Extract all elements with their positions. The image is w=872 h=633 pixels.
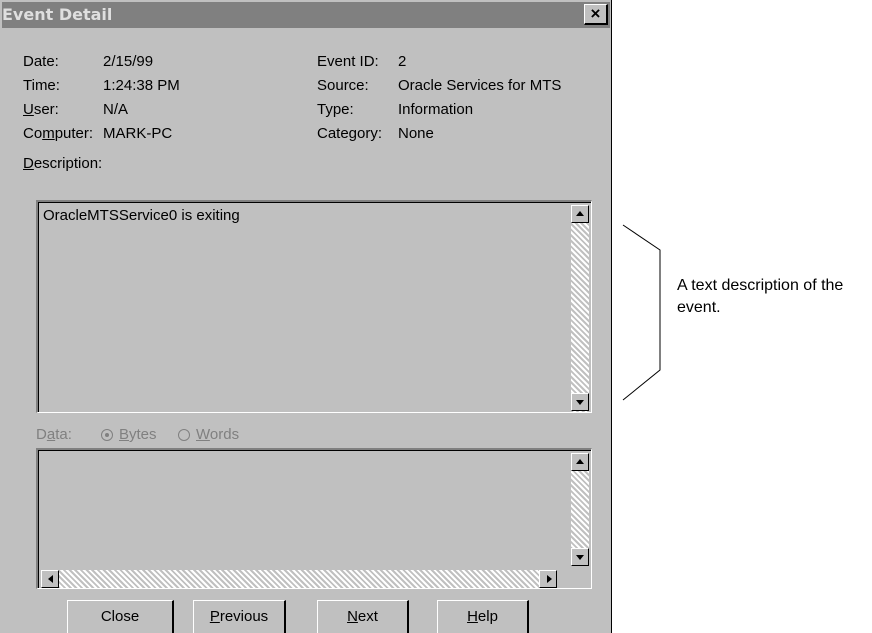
data-horizontal-scrollbar[interactable] <box>41 570 557 588</box>
help-button[interactable]: Help <box>437 600 529 633</box>
user-label: User: <box>23 101 59 118</box>
time-label: Time: <box>23 77 60 94</box>
source-value: Oracle Services for MTS <box>398 77 562 94</box>
event-id-label: Event ID: <box>317 53 379 70</box>
computer-label: Computer: <box>23 125 94 142</box>
source-label: Source: <box>317 77 369 94</box>
time-value: 1:24:38 PM <box>103 77 180 94</box>
window-title: Event Detail <box>2 5 113 24</box>
words-radio-icon[interactable] <box>178 429 190 441</box>
scroll-down-icon[interactable] <box>571 393 589 411</box>
bytes-radio-label[interactable]: Bytes <box>119 426 157 443</box>
scroll-down-icon[interactable] <box>571 548 589 566</box>
computer-value: MARK-PC <box>103 125 173 142</box>
type-value: Information <box>398 101 474 118</box>
close-button[interactable]: Close <box>67 600 174 633</box>
event-id-value: 2 <box>398 53 407 70</box>
description-vertical-scrollbar[interactable] <box>571 205 589 412</box>
data-textbox[interactable] <box>36 448 592 589</box>
type-label: Type: <box>317 101 354 118</box>
data-label: Data: <box>36 426 72 443</box>
data-vertical-scrollbar[interactable] <box>571 453 589 566</box>
date-label: Date: <box>23 53 59 70</box>
description-label: Description: <box>23 155 103 172</box>
callout-text: A text description of the event. <box>677 277 844 316</box>
words-radio-label[interactable]: Words <box>196 426 239 443</box>
close-icon[interactable]: × <box>584 4 608 25</box>
category-value: None <box>398 125 434 142</box>
bytes-radio-icon[interactable] <box>101 429 113 441</box>
event-detail-dialog: Event Detail × Date: 2/15/99 Time: 1:24:… <box>0 0 612 633</box>
user-value: N/A <box>103 101 129 118</box>
title-bar[interactable]: Event Detail × <box>2 2 610 28</box>
scroll-up-icon[interactable] <box>571 205 589 223</box>
description-text: OracleMTSService0 is exiting <box>43 207 240 224</box>
previous-button[interactable]: Previous <box>193 600 286 633</box>
callout-bracket <box>622 224 661 401</box>
scroll-left-icon[interactable] <box>41 570 59 588</box>
date-value: 2/15/99 <box>103 53 154 70</box>
description-textbox[interactable]: OracleMTSService0 is exiting <box>36 200 592 413</box>
scroll-right-icon[interactable] <box>539 570 557 588</box>
category-label: Category: <box>317 125 383 142</box>
next-button[interactable]: Next <box>317 600 409 633</box>
scroll-up-icon[interactable] <box>571 453 589 471</box>
